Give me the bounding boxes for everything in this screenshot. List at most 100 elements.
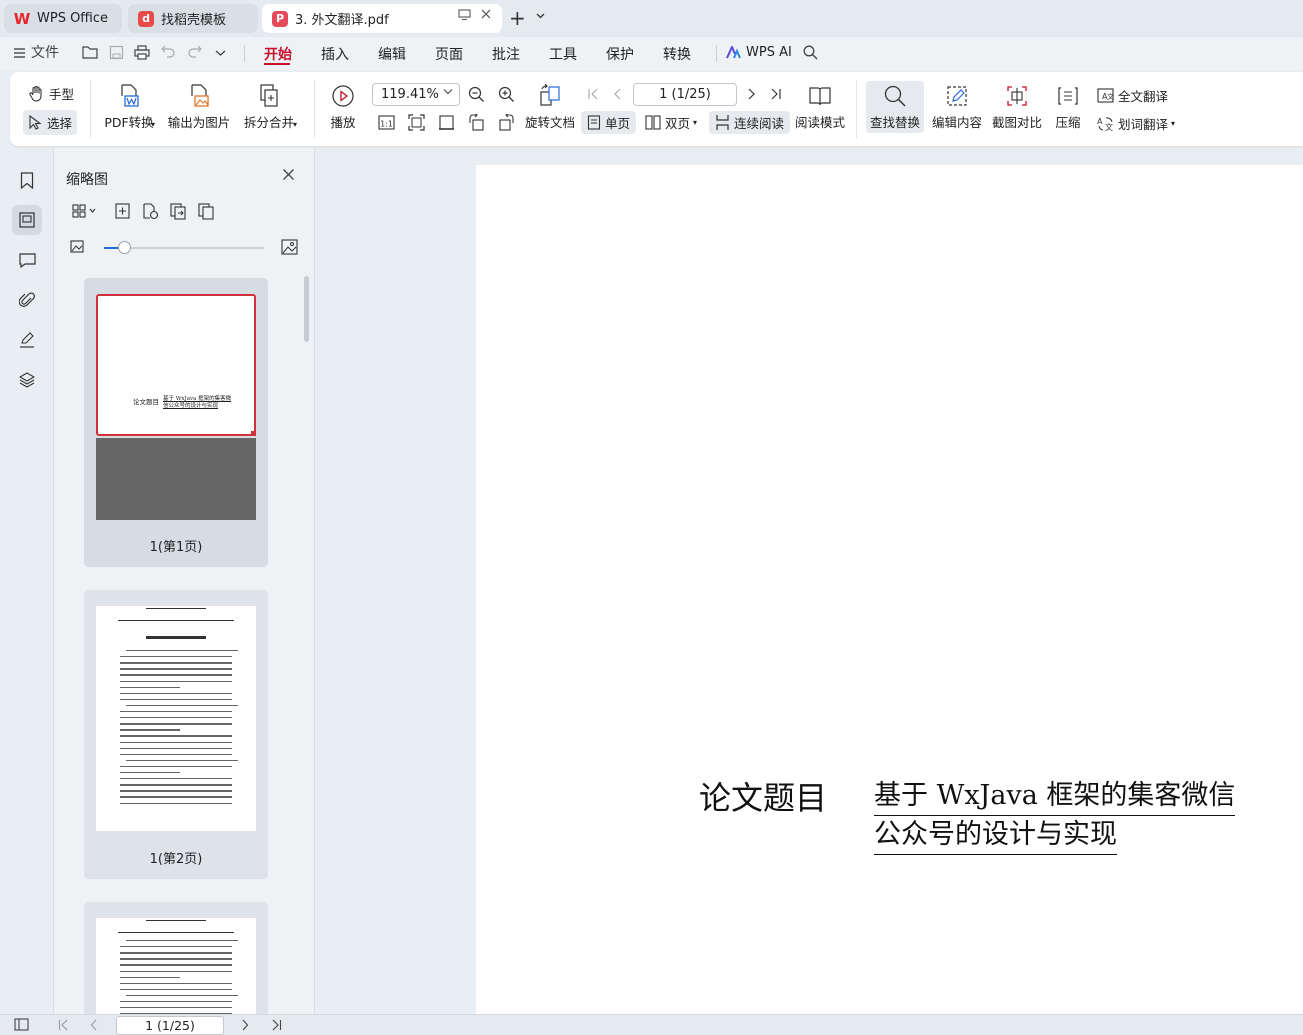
- menu-item-insert[interactable]: 插入: [321, 44, 349, 64]
- hand-tool-button[interactable]: 手型: [28, 84, 74, 103]
- word-translate-button[interactable]: A文 划词翻译 ▾: [1097, 114, 1175, 133]
- active-menu-underline: [264, 63, 290, 65]
- bookmark-icon[interactable]: [14, 167, 40, 193]
- insert-page-icon[interactable]: [115, 203, 130, 223]
- quick-access-chevron-down-icon[interactable]: [212, 45, 228, 61]
- menu-item-home[interactable]: 开始: [264, 44, 292, 64]
- thumbnail-card-page-3[interactable]: [84, 902, 268, 1014]
- close-panel-icon[interactable]: [282, 166, 295, 185]
- single-page-button[interactable]: 单页: [581, 111, 637, 134]
- first-page-icon[interactable]: [587, 87, 599, 101]
- fit-width-icon[interactable]: [438, 114, 455, 131]
- rotate-right-icon[interactable]: [498, 114, 515, 131]
- zoom-in-icon[interactable]: [498, 86, 515, 103]
- wps-ai-label: WPS AI: [746, 45, 792, 60]
- find-replace-button[interactable]: 查找替换: [866, 81, 924, 133]
- compress-button[interactable]: 压缩: [1050, 84, 1086, 131]
- thumbnail-card-page-2[interactable]: 1(第2页): [84, 590, 268, 879]
- select-tool-button[interactable]: 选择: [23, 110, 78, 135]
- zoom-out-icon[interactable]: [468, 86, 485, 103]
- thumbnail-text-line: [120, 711, 232, 713]
- double-page-chevron-down-icon: ▾: [693, 118, 698, 127]
- extract-page-icon[interactable]: [170, 203, 187, 224]
- status-next-page-icon[interactable]: [241, 1019, 249, 1035]
- word-translate-chevron-down-icon: ▾: [1171, 119, 1176, 128]
- full-translate-button[interactable]: A文 全文翻译: [1097, 86, 1168, 105]
- small-image-icon: [70, 240, 84, 257]
- status-previous-page-icon[interactable]: [90, 1019, 98, 1035]
- tab-current-pdf[interactable]: P 3. 外文翻译.pdf: [262, 4, 502, 33]
- thumbnail-text-line: [120, 668, 232, 670]
- tab-docer-templates[interactable]: d 找稻壳模板: [128, 4, 258, 33]
- menu-item-protect[interactable]: 保护: [606, 44, 634, 64]
- export-image-button[interactable]: 输出为图片: [167, 84, 231, 131]
- actual-size-icon[interactable]: 1:1: [378, 114, 395, 131]
- screenshot-compare-button[interactable]: 截图对比: [988, 84, 1046, 131]
- rotate-document-button[interactable]: 旋转文档: [523, 84, 577, 131]
- rotate-document-label: 旋转文档: [524, 115, 575, 130]
- menu-divider: [244, 45, 245, 62]
- thumbnail-text-line: [120, 976, 180, 978]
- signature-icon[interactable]: [14, 327, 40, 353]
- menu-item-edit[interactable]: 编辑: [378, 44, 406, 64]
- replace-page-icon[interactable]: [142, 203, 159, 224]
- comment-icon[interactable]: [14, 247, 40, 273]
- chevron-down-icon[interactable]: [536, 12, 545, 22]
- split-merge-button[interactable]: 拆分合并: [239, 84, 299, 131]
- status-page-input[interactable]: 1 (1/25): [116, 1016, 224, 1035]
- fit-page-icon[interactable]: [408, 114, 425, 131]
- rotate-left-icon[interactable]: [468, 114, 485, 131]
- thumbnail-resize-handle: [251, 431, 256, 436]
- page-number-input[interactable]: 1 (1/25): [633, 83, 737, 106]
- book-icon: [809, 87, 831, 106]
- grid-view-icon[interactable]: [72, 204, 96, 222]
- thumbnail-size-slider-handle[interactable]: [118, 241, 131, 254]
- play-button[interactable]: 播放: [326, 84, 360, 131]
- wps-ai-button[interactable]: WPS AI: [726, 45, 792, 60]
- last-page-icon[interactable]: [770, 87, 782, 101]
- pdf-convert-button[interactable]: PDF转换: [99, 84, 159, 131]
- zoom-select[interactable]: 119.41%: [372, 83, 460, 106]
- attachment-icon[interactable]: [14, 287, 40, 313]
- read-mode-button[interactable]: 阅读模式: [794, 84, 846, 131]
- page-thumbnail: [96, 918, 256, 1014]
- double-page-button[interactable]: 双页 ▾: [645, 113, 697, 132]
- thumbnail-panel-icon[interactable]: [12, 205, 42, 235]
- menu-item-comment[interactable]: 批注: [492, 44, 520, 64]
- layers-icon[interactable]: [14, 367, 40, 393]
- previous-page-icon[interactable]: [613, 87, 623, 101]
- undo-icon[interactable]: [160, 45, 176, 61]
- file-menu-button[interactable]: 文件: [14, 45, 59, 61]
- thumbnail-scrollbar[interactable]: [304, 276, 309, 342]
- copy-page-icon[interactable]: [198, 203, 215, 224]
- thumbnail-text-line: [120, 723, 232, 725]
- monitor-icon[interactable]: [458, 9, 471, 25]
- thumbnail-card-page-1[interactable]: 论文题目 基于 WxJava 框架的集客微信公众号的设计与实现 1(第1页): [84, 278, 268, 567]
- menu-item-convert[interactable]: 转换: [663, 44, 691, 64]
- close-tab-icon[interactable]: [480, 8, 492, 24]
- split-merge-chevron-down-icon[interactable]: ▾: [293, 120, 297, 129]
- open-folder-icon[interactable]: [82, 45, 98, 61]
- tab-wps-office[interactable]: W WPS Office: [4, 4, 122, 33]
- edit-content-button[interactable]: 编辑内容: [928, 84, 986, 131]
- continuous-reading-button[interactable]: 连续阅读: [709, 111, 791, 134]
- pdf-convert-chevron-down-icon[interactable]: ▾: [151, 120, 155, 129]
- thumbnail-panel-title: 缩略图: [66, 172, 108, 188]
- thumbnail-text-line: [126, 704, 238, 707]
- next-page-icon[interactable]: [746, 87, 756, 101]
- new-tab-plus-icon[interactable]: +: [509, 7, 526, 29]
- save-icon[interactable]: [108, 45, 124, 61]
- status-last-page-icon[interactable]: [271, 1019, 282, 1035]
- menu-item-page[interactable]: 页面: [435, 44, 463, 64]
- double-page-icon: [645, 115, 661, 130]
- search-icon[interactable]: [802, 45, 818, 61]
- menu-divider: [716, 45, 717, 62]
- document-view[interactable]: 论文题目 基于 WxJava 框架的集客微信 公众号的设计与实现: [316, 148, 1303, 1014]
- toggle-sidebar-icon[interactable]: [14, 1018, 29, 1035]
- status-first-page-icon[interactable]: [58, 1019, 69, 1035]
- continuous-reading-label: 连续阅读: [734, 116, 785, 131]
- redo-icon[interactable]: [186, 45, 202, 61]
- menu-item-tools[interactable]: 工具: [549, 44, 577, 64]
- print-icon[interactable]: [134, 45, 150, 61]
- menu-bar: 文件 开始 插入 编辑 页面 批注 工具 保护 转换 WPS AI: [0, 37, 1303, 70]
